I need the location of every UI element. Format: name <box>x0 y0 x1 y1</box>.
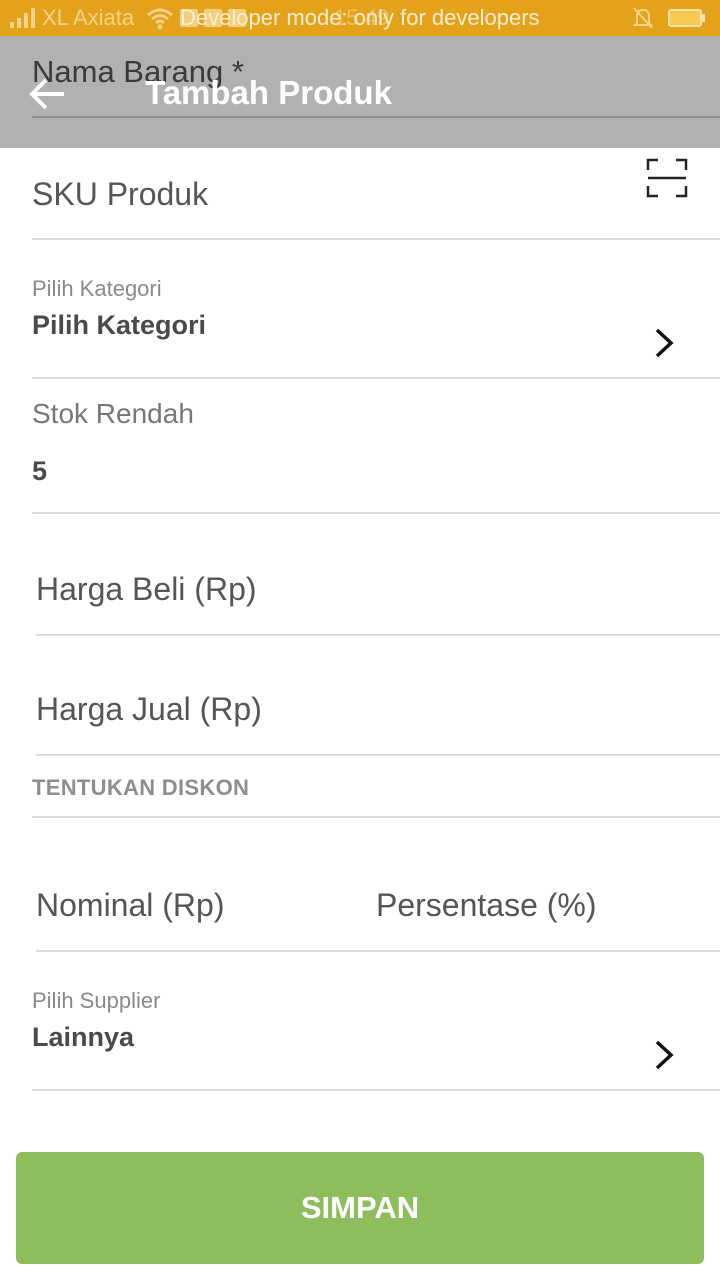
divider <box>36 754 720 756</box>
battery-icon <box>668 9 705 27</box>
buy-price-input[interactable]: Harga Beli (Rp) <box>36 571 257 608</box>
wifi-icon <box>147 8 173 30</box>
barcode-scan-icon[interactable] <box>646 158 688 198</box>
status-bar: XL Axiata 15:49 Developer mode: only for… <box>0 0 720 36</box>
divider <box>36 634 720 636</box>
divider <box>32 816 720 818</box>
chevron-right-icon[interactable] <box>652 1038 676 1072</box>
supplier-selector[interactable]: Pilih Supplier Lainnya <box>32 952 720 1088</box>
supplier-label: Pilih Supplier <box>32 988 161 1013</box>
sell-price-input[interactable]: Harga Jual (Rp) <box>36 691 262 728</box>
sku-input[interactable]: SKU Produk <box>32 176 208 213</box>
arrow-left-icon[interactable] <box>26 74 70 114</box>
category-selector[interactable]: Pilih Kategori Pilih Kategori <box>32 240 720 376</box>
divider <box>32 512 720 514</box>
carrier-name: XL Axiata <box>42 5 135 30</box>
discount-nominal-input[interactable]: Nominal (Rp) <box>36 887 224 924</box>
app-bar: Nama Barang * Tambah Produk <box>0 36 720 148</box>
bell-off-icon <box>632 7 654 29</box>
discount-section-title: TENTUKAN DISKON <box>32 775 250 800</box>
discount-percent-input[interactable]: Persentase (%) <box>376 887 597 924</box>
chevron-right-icon[interactable] <box>652 326 676 360</box>
developer-mode-notice: Developer mode: only for developers <box>180 5 540 30</box>
category-label: Pilih Kategori <box>32 276 162 301</box>
page-title: Tambah Produk <box>145 74 392 111</box>
signal-icon <box>10 8 35 28</box>
divider <box>32 377 720 379</box>
low-stock-input[interactable]: 5 <box>32 456 47 487</box>
save-button[interactable]: SIMPAN <box>16 1152 704 1264</box>
sku-field[interactable]: SKU Produk <box>32 150 632 238</box>
category-value: Pilih Kategori <box>32 310 207 340</box>
divider <box>32 1089 720 1091</box>
add-product-screen: XL Axiata 15:49 Developer mode: only for… <box>0 0 720 1280</box>
low-stock-label: Stok Rendah <box>32 398 194 429</box>
product-name-underline <box>32 116 720 118</box>
supplier-value: Lainnya <box>32 1022 135 1052</box>
